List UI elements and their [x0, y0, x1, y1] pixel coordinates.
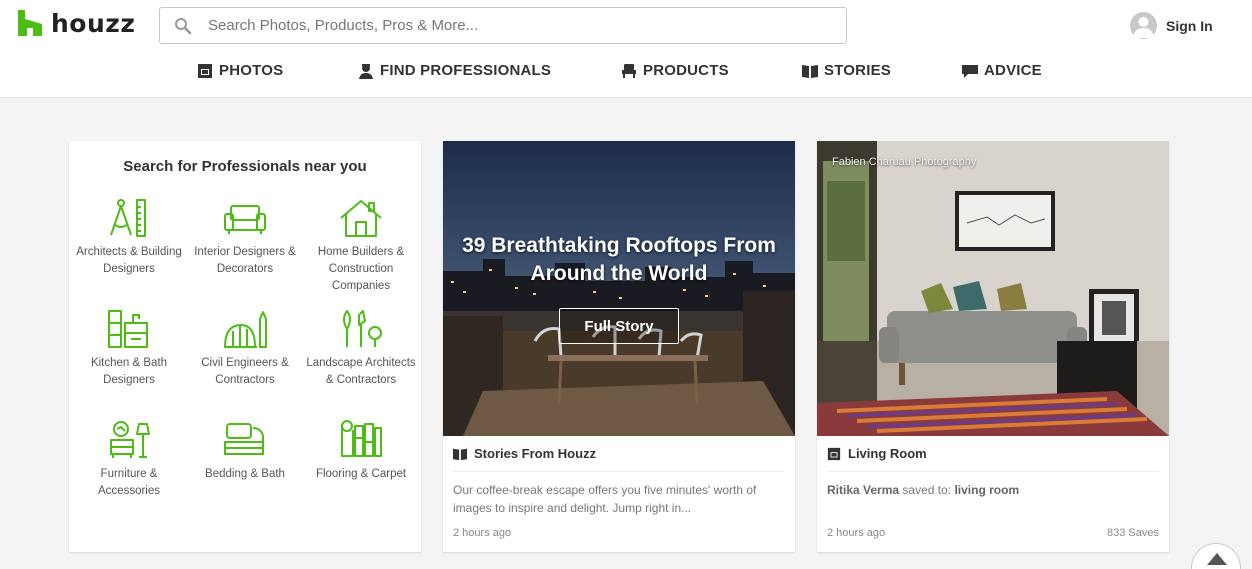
- search-icon: [175, 17, 192, 34]
- story-card: 39 Breathtaking Rooftops From Around the…: [443, 141, 795, 552]
- nav-label: PHOTOS: [219, 62, 284, 79]
- pro-category-architects[interactable]: Architects & Building Designers: [71, 198, 187, 278]
- pro-category-interior-designers[interactable]: Interior Designers & Decorators: [187, 198, 303, 278]
- photo-section-label: Living Room: [848, 446, 927, 461]
- saved-to-text: Ritika Verma saved to: living room: [827, 481, 1159, 499]
- photos-icon: [827, 447, 841, 460]
- nav-item-find-professionals[interactable]: FIND PROFESSIONALS: [358, 62, 551, 79]
- pro-category-label: Bedding & Bath: [205, 468, 285, 480]
- houzz-logo[interactable]: houzz: [18, 8, 136, 38]
- nav-item-products[interactable]: PRODUCTS: [621, 62, 729, 79]
- saved-to-label: saved to:: [902, 483, 952, 497]
- nav-label: STORIES: [824, 62, 891, 79]
- scroll-to-top-button[interactable]: [1191, 543, 1241, 569]
- pro-category-label: Kitchen & Bath Designers: [90, 357, 168, 386]
- story-description: Our coffee-break escape offers you five …: [453, 483, 757, 515]
- photo-section-link[interactable]: Living Room: [827, 446, 927, 461]
- architect-icon: [110, 199, 146, 237]
- story-section-label: Stories From Houzz: [474, 446, 597, 461]
- photo-card: Fabien Charuau Photography Living Room R…: [817, 141, 1169, 552]
- pro-category-furniture[interactable]: Furniture & Accessories: [71, 420, 187, 500]
- brand-name: houzz: [51, 8, 136, 38]
- engineer-icon: [224, 311, 267, 348]
- house-icon: [340, 200, 382, 237]
- pro-category-home-builders[interactable]: Home Builders & Construction Companies: [303, 198, 419, 295]
- landscape-icon: [343, 310, 382, 347]
- saved-by-user-link[interactable]: Ritika Verma: [827, 483, 899, 497]
- photo-credit: Fabien Charuau Photography: [832, 156, 977, 168]
- pro-category-kitchen-bath[interactable]: Kitchen & Bath Designers: [71, 309, 187, 389]
- story-image[interactable]: 39 Breathtaking Rooftops From Around the…: [443, 141, 795, 436]
- saves-count: 833 Saves: [1107, 527, 1159, 539]
- nav-label: FIND PROFESSIONALS: [380, 62, 552, 79]
- user-icon: [1133, 17, 1154, 38]
- furniture-icon: [110, 421, 150, 458]
- rooftop-photo: [443, 141, 795, 436]
- houzz-logo-icon: [18, 10, 42, 36]
- living-room-photo: [817, 141, 1169, 436]
- professionals-title: Search for Professionals near you: [123, 158, 367, 175]
- kitchen-icon: [108, 310, 148, 348]
- professional-icon: [359, 63, 373, 79]
- living-room-image[interactable]: Fabien Charuau Photography: [817, 141, 1169, 436]
- pro-category-label: Interior Designers & Decorators: [194, 246, 296, 275]
- pro-category-label: Furniture & Accessories: [98, 468, 160, 497]
- photo-timestamp: 2 hours ago: [827, 527, 886, 539]
- stories-icon: [802, 64, 818, 78]
- pro-category-label: Landscape Architects & Contractors: [306, 357, 416, 386]
- story-headline: 39 Breathtaking Rooftops From Around the…: [462, 234, 776, 285]
- pro-category-label: Architects & Building Designers: [76, 246, 182, 275]
- search-bar[interactable]: [159, 7, 847, 44]
- site-header: houzz Sign In PHOTOS: [0, 0, 1252, 98]
- full-story-button[interactable]: Full Story: [559, 308, 679, 344]
- story-section-link[interactable]: Stories From Houzz: [453, 446, 596, 461]
- pro-category-label: Flooring & Carpet: [315, 468, 407, 480]
- search-input[interactable]: [208, 17, 828, 34]
- nav-item-stories[interactable]: STORIES: [802, 62, 891, 79]
- nav-item-advice[interactable]: ADVICE: [962, 62, 1042, 79]
- board-link[interactable]: living room: [954, 483, 1019, 497]
- avatar: [1130, 12, 1157, 39]
- advice-icon: [962, 64, 978, 78]
- bedding-icon: [224, 423, 264, 455]
- divider: [453, 471, 785, 472]
- pro-category-bedding-bath[interactable]: Bedding & Bath: [187, 420, 303, 483]
- sign-in-button[interactable]: Sign In: [1130, 12, 1213, 39]
- pro-category-landscape-architects[interactable]: Landscape Architects & Contractors: [303, 309, 419, 389]
- professionals-card: Search for Professionals near you Archit…: [69, 141, 421, 552]
- pro-category-label: Civil Engineers & Contractors: [201, 357, 289, 386]
- stories-icon: [453, 448, 467, 460]
- arrow-up-icon: [1207, 553, 1227, 565]
- main-nav: PHOTOS FIND PROFESSIONALS PRODUCTS STORI…: [0, 62, 1252, 86]
- sign-in-label: Sign In: [1166, 17, 1213, 34]
- pro-category-civil-engineers[interactable]: Civil Engineers & Contractors: [187, 309, 303, 389]
- products-icon: [622, 63, 636, 78]
- flooring-icon: [341, 420, 382, 457]
- story-timestamp: 2 hours ago: [453, 527, 512, 539]
- photos-icon: [198, 63, 212, 78]
- nav-label: PRODUCTS: [643, 62, 729, 79]
- nav-item-photos[interactable]: PHOTOS: [197, 62, 283, 79]
- sofa-icon: [224, 205, 266, 234]
- pro-category-flooring-carpet[interactable]: Flooring & Carpet: [303, 420, 419, 483]
- nav-label: ADVICE: [984, 62, 1042, 79]
- divider: [827, 471, 1159, 472]
- pro-category-label: Home Builders & Construction Companies: [317, 246, 405, 292]
